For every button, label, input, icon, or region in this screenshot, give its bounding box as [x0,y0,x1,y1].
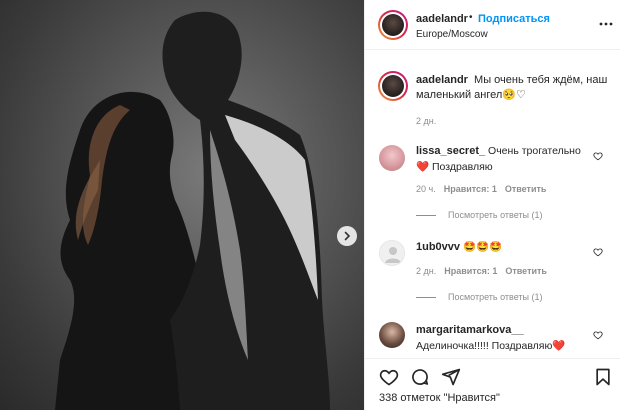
comment-username[interactable]: lissa_secret_ [416,145,485,157]
heart-icon[interactable] [379,367,399,387]
like-comment-icon[interactable] [593,247,603,257]
likes-count[interactable]: 338 отметок "Нравится" [379,392,500,404]
next-photo-button[interactable] [337,226,357,246]
caption-author-avatar[interactable] [378,71,408,101]
comment-likes[interactable]: Нравится: 1 [444,184,497,194]
caption-username[interactable]: aadelandr [416,74,468,86]
caption-time[interactable]: 2 дн. [416,116,436,126]
post-photo[interactable] [0,0,364,410]
share-icon[interactable] [441,367,461,387]
post-side-panel: aadelandr • Подписаться Europe/Moscow aa… [364,0,620,410]
comment-meta: 2 дн. Нравится: 1 Ответить [416,266,555,276]
comment-username[interactable]: 1ub0vvv [416,241,460,253]
comment-avatar[interactable] [379,240,405,266]
chevron-right-icon [344,231,351,241]
comment-likes[interactable]: Нравится: 1 [444,266,497,276]
comment-avatar[interactable] [379,145,405,171]
like-comment-icon[interactable] [593,330,603,340]
comment-username[interactable]: margaritamarkova__ [416,324,524,336]
follow-button[interactable]: Подписаться [478,13,550,25]
comment-text: 1ub0vvv 🤩🤩🤩 [416,241,503,253]
post-header: aadelandr • Подписаться Europe/Moscow [365,0,620,50]
comment-time[interactable]: 2 дн. [416,266,436,276]
post-caption: aadelandr Мы очень тебя ждём, наш малень… [416,73,612,103]
view-replies[interactable]: Посмотреть ответы (1) [416,210,543,220]
reply-button[interactable]: Ответить [505,184,547,194]
comment-icon[interactable] [410,367,430,387]
view-replies[interactable]: Посмотреть ответы (1) [416,292,543,302]
comment-time[interactable]: 20 ч. [416,184,436,194]
author-username[interactable]: aadelandr [416,13,468,25]
post-location[interactable]: Europe/Moscow [416,29,488,40]
like-comment-icon[interactable] [593,151,603,161]
more-icon[interactable] [598,16,614,32]
comment-text: lissa_secret_ Очень трогательно ❤️ Поздр… [416,145,581,173]
comment-avatar[interactable] [379,322,405,348]
caption-emoji: 🥺♡ [502,89,526,101]
author-avatar[interactable] [378,10,408,40]
comment-meta: 20 ч. Нравится: 1 Ответить [416,184,554,194]
default-avatar-icon [385,247,401,263]
separator-dot: • [469,12,473,23]
photo-silhouettes [55,11,330,410]
replies-line [416,214,436,216]
bookmark-icon[interactable] [593,367,613,387]
replies-line [416,296,436,298]
comment-text: margaritamarkova__ Аделиночка!!!!! Поздр… [416,324,566,352]
reply-button[interactable]: Ответить [505,266,547,276]
post-actions-bar: 338 отметок "Нравится" [365,358,620,410]
